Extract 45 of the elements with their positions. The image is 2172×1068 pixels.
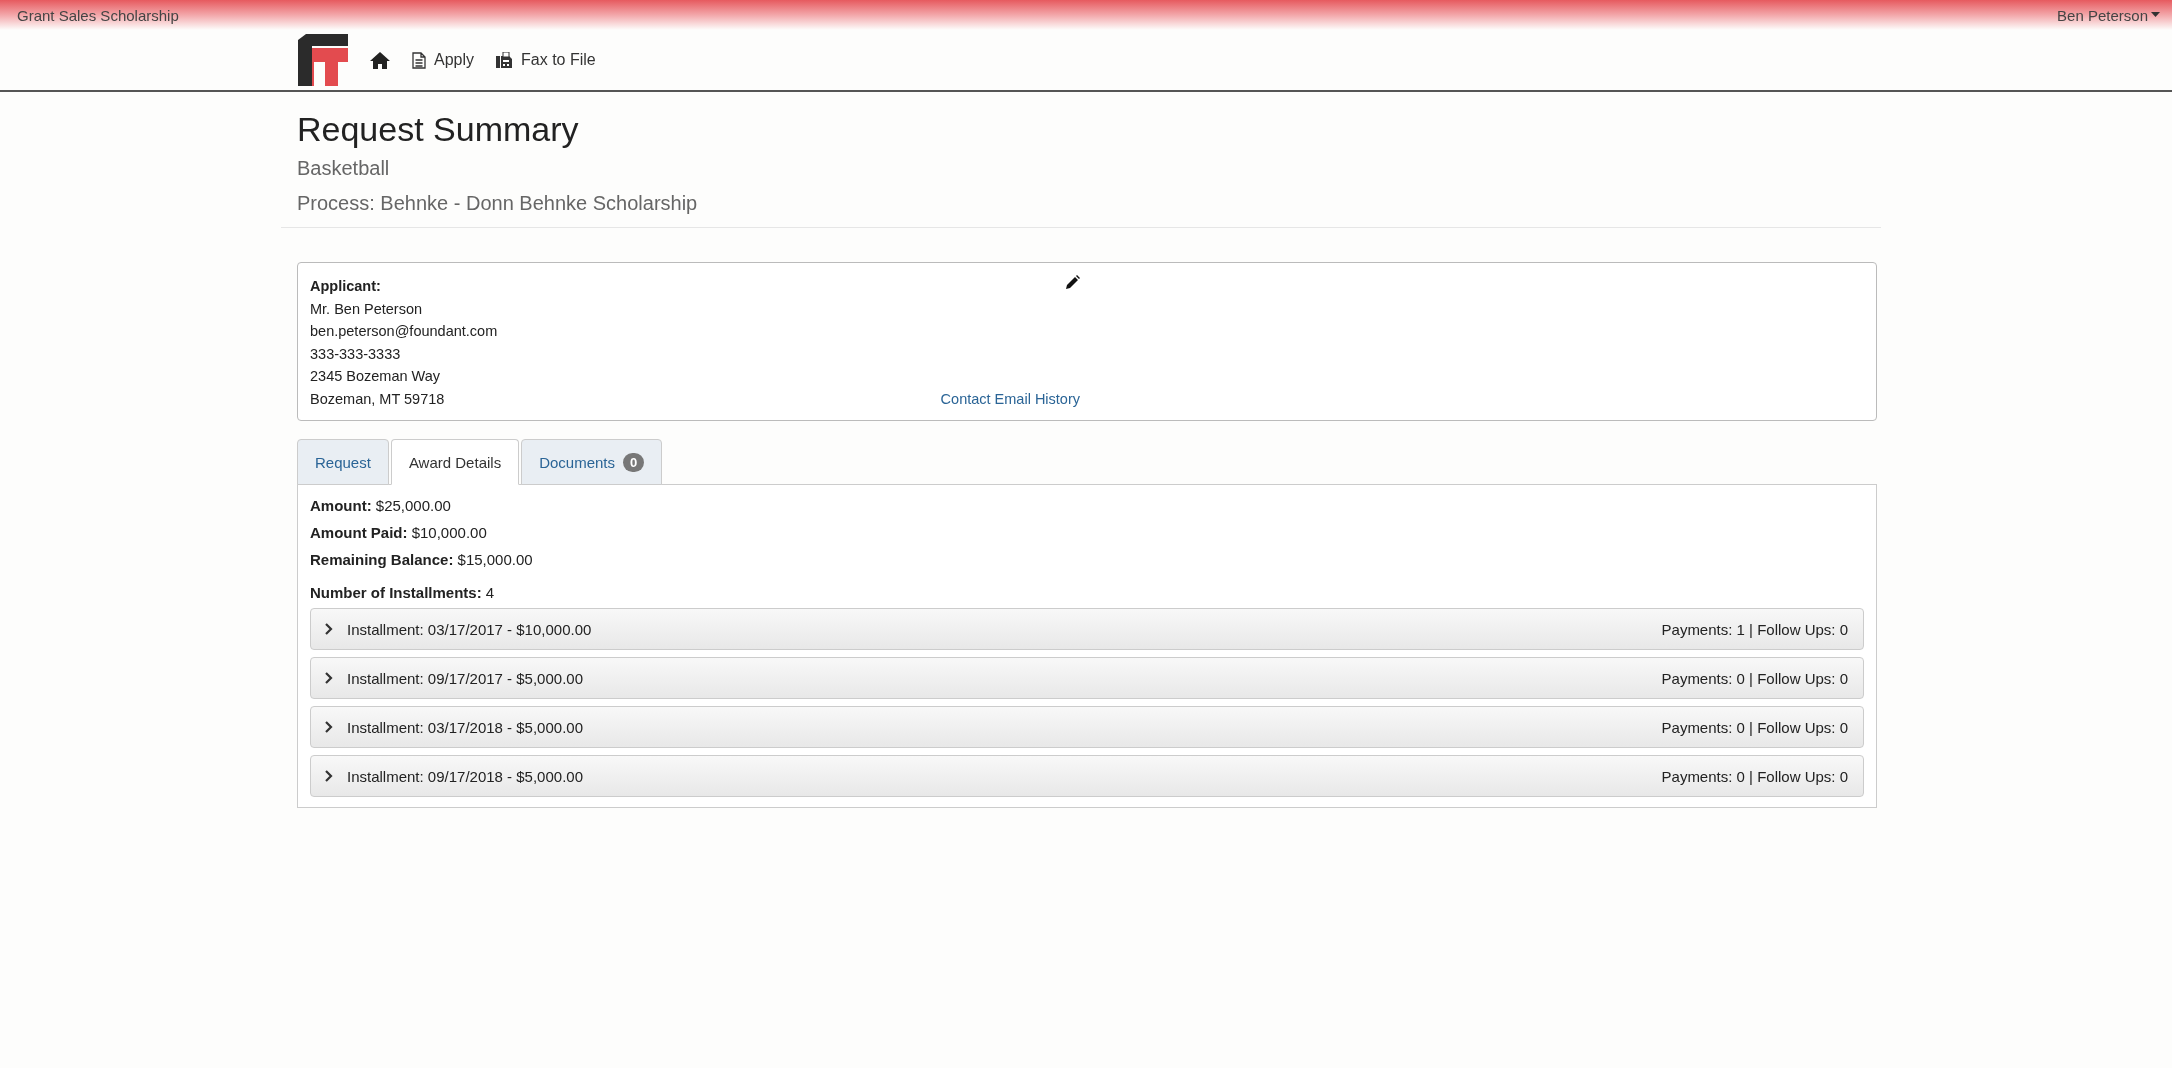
count-badge: 0 [623,452,645,472]
page-subtitle: Basketball [297,157,391,180]
installment-summary: Payments: 0 | Follow Ups: 0 [1661,767,1848,785]
installment-row[interactable]: Installment: 09/17/2017 - $5,000.00 Payments: 0 | Follow Ups: 0 [310,657,1864,699]
site-title: Grant Sales Scholarship [17,6,179,24]
chevron-icon [323,721,335,733]
page-title: Request Summary [297,110,580,149]
installment-title: Installment: 03/17/2017 - $10,000.00 [347,620,592,638]
installment-title: Installment: 09/17/2018 - $5,000.00 [347,767,583,785]
home-icon [370,51,390,69]
fax-icon [496,52,514,68]
installments-count: Number of Installments: 4 [310,584,496,601]
email-history-link[interactable]: Contact Email History [940,387,1080,410]
applicant-detail: Mr. Ben Peterson [310,299,424,319]
applicant-detail: ben.peterson@foundant.com [310,322,499,341]
chevron-icon [323,672,335,684]
applicant-detail: 333-333-3333 [310,344,402,364]
applicant-detail: Bozeman, MT 59718 [310,389,446,409]
home-link[interactable] [370,51,390,69]
tab[interactable]: Documents 0 [521,439,663,485]
process-name: Process: Behnke - Donn Behnke Scholarship [297,192,699,215]
installment-row[interactable]: Installment: 09/17/2018 - $5,000.00 Payments: 0 | Follow Ups: 0 [310,755,1864,797]
installment-summary: Payments: 1 | Follow Ups: 0 [1661,620,1848,638]
tab[interactable]: Award Details [390,439,520,485]
installment-summary: Payments: 0 | Follow Ups: 0 [1661,718,1848,736]
chevron-icon [323,623,335,635]
edit-icon[interactable] [1065,275,1080,290]
nav-link[interactable]: Fax to File [496,51,596,69]
applicant-detail: 2345 Bozeman Way [310,367,442,386]
caret-icon [2151,12,2160,18]
award-field: Remaining Balance: $15,000.00 [310,551,1864,568]
logo-icon[interactable] [298,34,348,86]
nav-link[interactable]: Apply [412,51,475,69]
tab[interactable]: Request [297,439,389,485]
award-field: Amount: $25,000.00 [310,497,1864,514]
installment-title: Installment: 03/17/2018 - $5,000.00 [347,718,583,736]
document-icon [412,51,426,69]
installment-row[interactable]: Installment: 03/17/2017 - $10,000.00 Payments: 1 | Follow Ups: 0 [310,608,1864,650]
chevron-icon [323,770,335,782]
installment-summary: Payments: 0 | Follow Ups: 0 [1661,669,1848,687]
installment-row[interactable]: Installment: 03/17/2018 - $5,000.00 Payments: 0 | Follow Ups: 0 [310,706,1864,748]
installment-title: Installment: 09/17/2017 - $5,000.00 [347,669,583,687]
award-field: Amount Paid: $10,000.00 [310,524,1864,541]
user-menu[interactable]: Ben Peterson [2057,6,2160,24]
applicant-heading: Applicant: [310,277,382,296]
